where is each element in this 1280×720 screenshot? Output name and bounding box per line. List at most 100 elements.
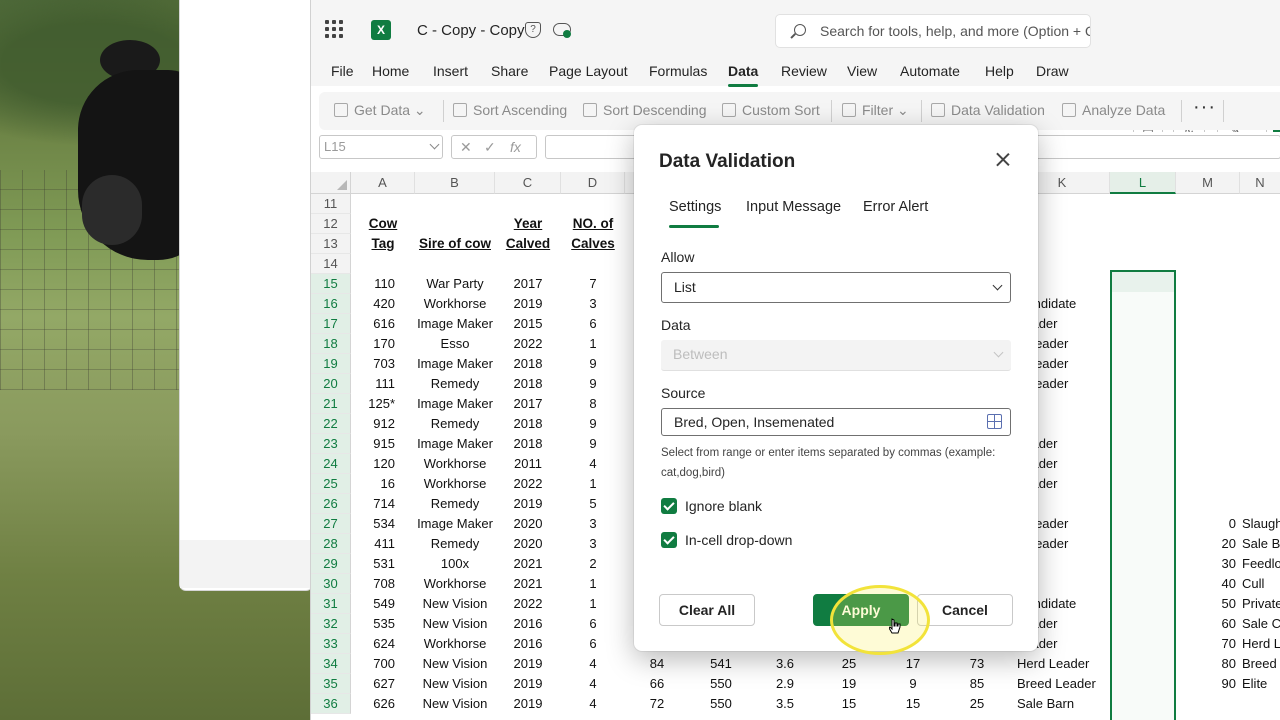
grid-cell[interactable]: 912	[351, 414, 415, 434]
grid-cell[interactable]: 2019	[495, 674, 561, 694]
row-header[interactable]: 31	[311, 594, 351, 614]
row-header[interactable]: 16	[311, 294, 351, 314]
grid-cell[interactable]	[1240, 414, 1280, 434]
grid-cell[interactable]: 16	[351, 474, 415, 494]
grid-cell[interactable]	[1176, 694, 1240, 714]
column-header-b[interactable]: B	[415, 172, 495, 194]
column-header-c[interactable]: C	[495, 172, 561, 194]
grid-cell[interactable]: 2021	[495, 574, 561, 594]
grid-cell[interactable]: 6	[561, 314, 625, 334]
grid-cell[interactable]: 3	[561, 534, 625, 554]
grid-cell[interactable]: 100x	[415, 554, 495, 574]
row-header[interactable]: 36	[311, 694, 351, 714]
column-header-d[interactable]: D	[561, 172, 625, 194]
row-header[interactable]: 20	[311, 374, 351, 394]
grid-cell[interactable]: 111	[351, 374, 415, 394]
grid-cell[interactable]: 19	[817, 674, 881, 694]
grid-cell[interactable]: 915	[351, 434, 415, 454]
grid-cell[interactable]: 3.6	[753, 654, 817, 674]
grid-cell[interactable]	[1176, 374, 1240, 394]
ignore-blank-checkbox[interactable]	[661, 498, 677, 514]
grid-cell[interactable]: Breed L	[1240, 654, 1280, 674]
grid-cell[interactable]	[1240, 294, 1280, 314]
tab-settings[interactable]: Settings	[669, 199, 721, 215]
row-header[interactable]: 34	[311, 654, 351, 674]
grid-cell[interactable]: 9	[561, 374, 625, 394]
grid-cell[interactable]	[1240, 274, 1280, 294]
grid-cell[interactable]: 4	[561, 654, 625, 674]
cancel-icon[interactable]: ✕	[460, 136, 472, 158]
grid-cell[interactable]: 30	[1176, 554, 1240, 574]
grid-cell[interactable]: 2019	[495, 694, 561, 714]
grid-cell[interactable]: 6	[561, 614, 625, 634]
grid-cell[interactable]: New Vision	[415, 594, 495, 614]
grid-cell[interactable]: 15	[881, 694, 945, 714]
grid-cell[interactable]: 5	[561, 494, 625, 514]
custom-sort-button[interactable]: Custom Sort	[722, 102, 820, 118]
sensitivity-shield-icon[interactable]: ?	[525, 22, 541, 38]
close-icon[interactable]	[992, 149, 1014, 171]
grid-cell[interactable]: Sale Ca	[1240, 614, 1280, 634]
grid-cell[interactable]: 535	[351, 614, 415, 634]
grid-cell[interactable]: 2019	[495, 494, 561, 514]
grid-cell[interactable]: 2018	[495, 434, 561, 454]
tab-view[interactable]: View	[847, 63, 877, 79]
grid-cell[interactable]	[561, 254, 625, 274]
grid-cell[interactable]	[1176, 354, 1240, 374]
grid-cell[interactable]: 85	[945, 674, 1009, 694]
grid-cell[interactable]: New Vision	[415, 614, 495, 634]
grid-cell[interactable]	[1176, 314, 1240, 334]
grid-cell[interactable]: 2.9	[753, 674, 817, 694]
in-cell-dropdown-checkbox[interactable]	[661, 532, 677, 548]
grid-cell[interactable]	[1240, 194, 1280, 214]
more-options-button[interactable]: ···	[1193, 96, 1216, 119]
grid-cell[interactable]: Esso	[415, 334, 495, 354]
grid-cell[interactable]: Remedy	[415, 534, 495, 554]
grid-cell[interactable]: 125*	[351, 394, 415, 414]
grid-cell[interactable]	[351, 254, 415, 274]
grid-cell[interactable]: New Vision	[415, 694, 495, 714]
grid-cell[interactable]	[415, 214, 495, 234]
tab-help[interactable]: Help	[985, 63, 1014, 79]
grid-cell[interactable]: 70	[1176, 634, 1240, 654]
grid-cell[interactable]: 2019	[495, 294, 561, 314]
row-header[interactable]: 13	[311, 234, 351, 254]
grid-cell[interactable]: Slaugh	[1240, 514, 1280, 534]
grid-cell[interactable]: War Party	[415, 274, 495, 294]
insert-function-icon[interactable]: fx	[510, 136, 521, 158]
grid-cell[interactable]: 2016	[495, 614, 561, 634]
tab-automate[interactable]: Automate	[900, 63, 960, 79]
grid-cell[interactable]: 531	[351, 554, 415, 574]
grid-cell[interactable]: 541	[689, 654, 753, 674]
grid-cell[interactable]: 2020	[495, 514, 561, 534]
filter-button[interactable]: Filter ⌄	[842, 102, 909, 119]
grid-cell[interactable]: 6	[561, 634, 625, 654]
grid-cell[interactable]: 2022	[495, 594, 561, 614]
selected-range[interactable]	[1110, 270, 1176, 720]
grid-cell[interactable]: 2019	[495, 654, 561, 674]
clear-all-button[interactable]: Clear All	[659, 594, 755, 626]
check-icon[interactable]: ✓	[484, 136, 496, 158]
grid-cell[interactable]	[415, 194, 495, 214]
grid-cell[interactable]: 8	[561, 394, 625, 414]
grid-cell[interactable]: 0	[1176, 514, 1240, 534]
grid-cell[interactable]: 2018	[495, 414, 561, 434]
in-cell-dropdown-label[interactable]: In-cell drop-down	[685, 532, 792, 548]
grid-cell[interactable]: 550	[689, 694, 753, 714]
grid-cell[interactable]: 4	[561, 454, 625, 474]
row-header[interactable]: 17	[311, 314, 351, 334]
row-header[interactable]: 35	[311, 674, 351, 694]
grid-cell[interactable]	[1176, 214, 1240, 234]
grid-cell[interactable]: 624	[351, 634, 415, 654]
grid-cell[interactable]: 2022	[495, 474, 561, 494]
tab-home[interactable]: Home	[372, 63, 409, 79]
column-header-a[interactable]: A	[351, 172, 415, 194]
grid-cell[interactable]: 2015	[495, 314, 561, 334]
row-header[interactable]: 26	[311, 494, 351, 514]
grid-cell[interactable]: Image Maker	[415, 394, 495, 414]
grid-cell[interactable]	[1240, 474, 1280, 494]
grid-cell[interactable]: 1	[561, 334, 625, 354]
row-header[interactable]: 19	[311, 354, 351, 374]
grid-cell[interactable]: 40	[1176, 574, 1240, 594]
grid-cell[interactable]	[1176, 294, 1240, 314]
